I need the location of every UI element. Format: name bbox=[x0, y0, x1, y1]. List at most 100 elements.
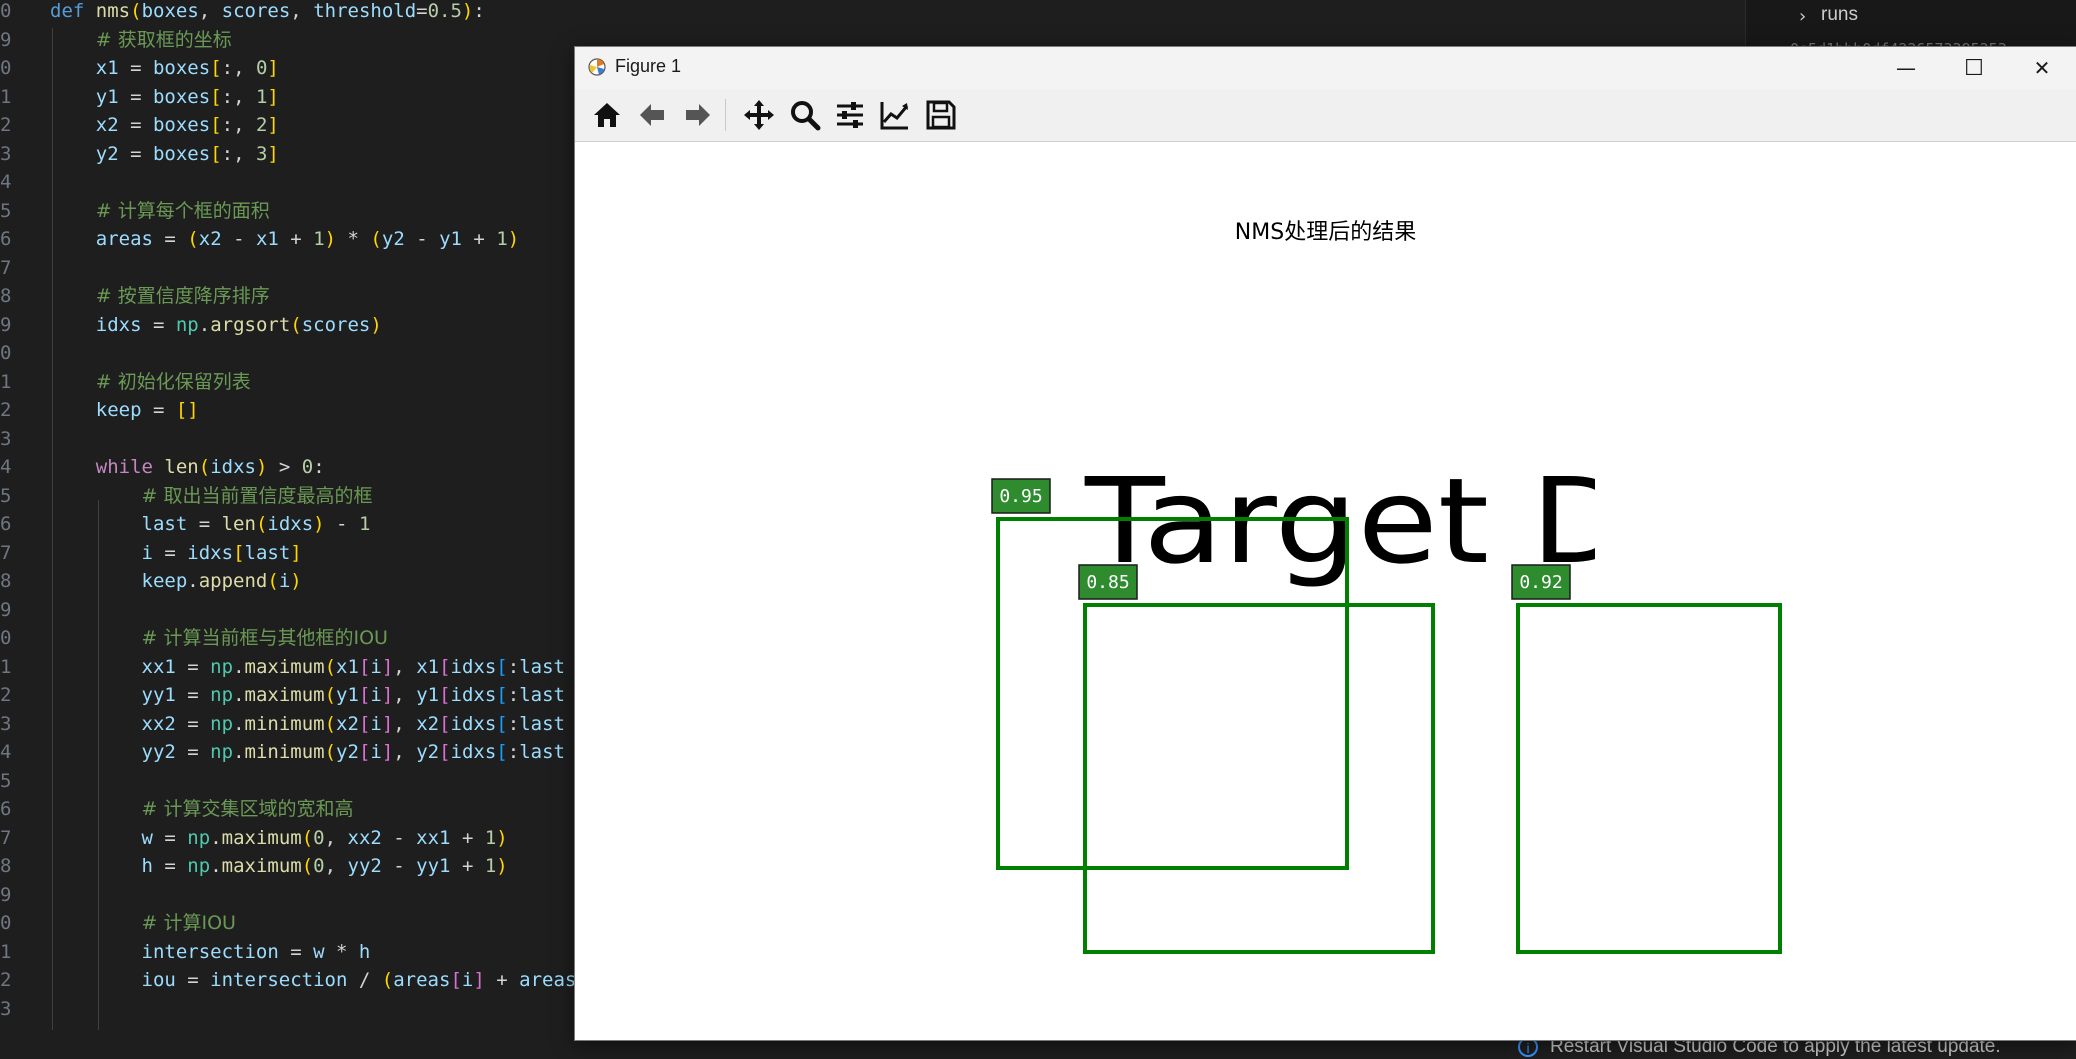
explorer-item-runs[interactable]: runs bbox=[1821, 4, 1858, 26]
code-line[interactable]: yy2 = np.minimum(y2[i], y2[idxs[:last bbox=[50, 738, 565, 766]
line-number: 9 bbox=[0, 883, 12, 906]
indent-guide bbox=[98, 500, 99, 1030]
code-line[interactable]: w = np.maximum(0, xx2 - xx1 + 1) bbox=[50, 824, 508, 852]
code-line[interactable]: xx2 = np.minimum(x2[i], x2[idxs[:last bbox=[50, 710, 565, 738]
code-line[interactable]: y1 = boxes[:, 1] bbox=[50, 83, 279, 111]
save-button[interactable] bbox=[921, 95, 961, 135]
line-number: 7 bbox=[0, 256, 12, 279]
line-number: 1 bbox=[0, 370, 12, 393]
line-number: 8 bbox=[0, 855, 12, 877]
maximize-button[interactable]: ☐ bbox=[1940, 47, 2008, 89]
code-line[interactable]: i = idxs[last] bbox=[50, 539, 302, 567]
line-number: 1 bbox=[0, 655, 12, 678]
line-number: 6 bbox=[0, 513, 12, 535]
chevron-right-icon[interactable]: › bbox=[1797, 6, 1808, 27]
line-number: 4 bbox=[0, 456, 12, 478]
code-line[interactable]: # 计算当前框与其他框的IOU bbox=[50, 624, 388, 652]
code-line[interactable]: # 计算IOU bbox=[50, 909, 236, 937]
line-number: 0 bbox=[0, 627, 12, 649]
line-number: 2 bbox=[0, 399, 12, 421]
code-line[interactable]: keep = [] bbox=[50, 396, 199, 424]
indent-guide bbox=[52, 28, 53, 1030]
line-number: 2 bbox=[0, 969, 12, 991]
score-label: 0.92 bbox=[1519, 572, 1562, 593]
code-line[interactable]: iou = intersection / (areas[i] + areas bbox=[50, 966, 577, 994]
detection-box bbox=[1516, 603, 1782, 954]
line-number: 7 bbox=[0, 541, 12, 564]
line-number: 2 bbox=[0, 114, 12, 136]
code-line[interactable]: # 初始化保留列表 bbox=[50, 368, 251, 396]
line-number: 4 bbox=[0, 741, 12, 763]
line-number: 4 bbox=[0, 171, 12, 193]
forward-button[interactable] bbox=[678, 95, 718, 135]
toolbar-separator bbox=[725, 99, 726, 131]
image-crop-mask bbox=[1595, 402, 2076, 652]
code-line[interactable]: keep.append(i) bbox=[50, 567, 302, 595]
minimize-icon: — bbox=[1896, 56, 1916, 80]
code-line[interactable]: x2 = boxes[:, 2] bbox=[50, 111, 279, 139]
score-label: 0.95 bbox=[999, 486, 1042, 507]
matplotlib-icon bbox=[588, 58, 606, 76]
line-number: 2 bbox=[0, 684, 12, 706]
code-line[interactable]: while len(idxs) > 0: bbox=[50, 453, 325, 481]
minimize-button[interactable]: — bbox=[1872, 47, 1940, 89]
figure-canvas[interactable]: NMS处理后的结果 Target Detection 0.95 0.85 0.92 bbox=[575, 142, 2076, 1040]
code-line[interactable]: # 按置信度降序排序 bbox=[50, 282, 270, 310]
zoom-icon bbox=[791, 101, 821, 131]
save-icon bbox=[926, 100, 956, 130]
code-line[interactable]: y2 = boxes[:, 3] bbox=[50, 140, 279, 168]
line-number: 1 bbox=[0, 85, 12, 108]
forward-arrow-icon bbox=[686, 104, 710, 126]
code-line[interactable]: xx1 = np.maximum(x1[i], x1[idxs[:last bbox=[50, 653, 565, 681]
pan-icon bbox=[744, 100, 774, 130]
close-icon: ✕ bbox=[2033, 56, 2051, 80]
pan-button[interactable] bbox=[739, 95, 779, 135]
zoom-button[interactable] bbox=[785, 95, 825, 135]
line-number: 0 bbox=[0, 912, 12, 934]
code-line[interactable]: # 计算每个框的面积 bbox=[50, 197, 270, 225]
window-titlebar[interactable]: Figure 1 — ☐ ✕ bbox=[575, 47, 2076, 89]
line-number: 5 bbox=[0, 199, 12, 222]
image-plot: Target Detection 0.950.85 0.92 bbox=[991, 402, 2076, 954]
code-line[interactable]: def nms(boxes, scores, threshold=0.5): bbox=[50, 0, 485, 25]
line-number: 8 bbox=[0, 285, 12, 307]
code-line[interactable]: areas = (x2 - x1 + 1) * (y2 - y1 + 1) bbox=[50, 225, 519, 253]
code-line[interactable]: # 计算交集区域的宽和高 bbox=[50, 795, 354, 823]
line-number: 3 bbox=[0, 427, 12, 450]
line-number: 0 bbox=[0, 0, 12, 22]
home-button[interactable] bbox=[587, 95, 627, 135]
configure-subplots-button[interactable] bbox=[830, 95, 870, 135]
window-title: Figure 1 bbox=[615, 56, 682, 76]
back-button[interactable] bbox=[632, 95, 672, 135]
line-number: 9 bbox=[0, 313, 12, 336]
edit-axis-button[interactable] bbox=[875, 95, 915, 135]
code-line[interactable]: h = np.maximum(0, yy2 - yy1 + 1) bbox=[50, 852, 508, 880]
home-icon bbox=[594, 103, 620, 127]
maximize-icon: ☐ bbox=[1964, 55, 1984, 81]
line-number: 9 bbox=[0, 28, 12, 51]
line-number: 5 bbox=[0, 484, 12, 507]
code-line[interactable]: # 获取框的坐标 bbox=[50, 26, 232, 54]
line-number: 0 bbox=[0, 342, 12, 364]
figure-window[interactable]: Figure 1 — ☐ ✕ NMS处理后的结果 Target Detectio… bbox=[574, 46, 2076, 1041]
line-number: 3 bbox=[0, 997, 12, 1020]
line-number: 6 bbox=[0, 798, 12, 820]
score-label: 0.85 bbox=[1086, 572, 1129, 593]
line-number: 6 bbox=[0, 228, 12, 250]
line-number: 7 bbox=[0, 826, 12, 849]
line-number: 0 bbox=[0, 57, 12, 79]
configure-subplots-icon bbox=[837, 102, 863, 128]
line-number: 8 bbox=[0, 570, 12, 592]
close-button[interactable]: ✕ bbox=[2008, 47, 2076, 89]
detection-box bbox=[1083, 603, 1435, 954]
code-line[interactable]: yy1 = np.maximum(y1[i], y1[idxs[:last bbox=[50, 681, 565, 709]
line-number: 3 bbox=[0, 142, 12, 165]
line-number: 3 bbox=[0, 712, 12, 735]
back-arrow-icon bbox=[640, 104, 664, 126]
code-line[interactable]: idxs = np.argsort(scores) bbox=[50, 311, 382, 339]
line-number: 1 bbox=[0, 940, 12, 963]
line-number: 9 bbox=[0, 598, 12, 621]
line-number: 5 bbox=[0, 769, 12, 792]
code-line[interactable]: x1 = boxes[:, 0] bbox=[50, 54, 279, 82]
figure-toolbar bbox=[575, 89, 2076, 142]
